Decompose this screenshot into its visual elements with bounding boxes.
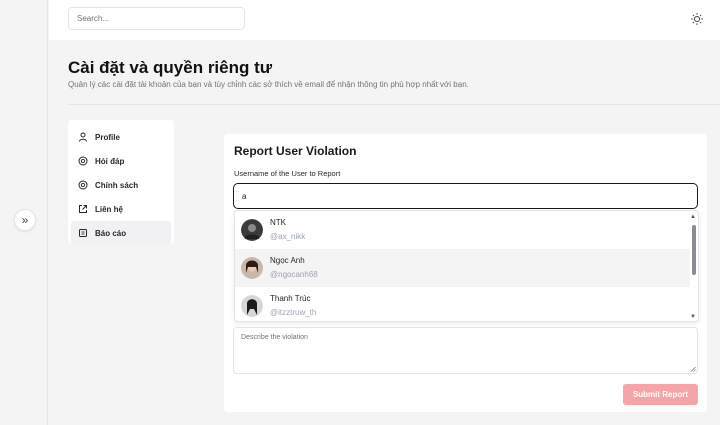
help-icon [77, 155, 89, 167]
report-card: Report User Violation Username of the Us… [224, 134, 707, 412]
double-chevron-right-icon: » [21, 213, 29, 227]
nav-item-label: Chính sách [95, 180, 139, 190]
divider [68, 104, 720, 105]
suggestion-name: Ngọc Anh [270, 256, 305, 265]
page-title: Cài đặt và quyền riêng tư [68, 58, 273, 77]
contact-icon [77, 203, 89, 215]
scroll-up-arrow-icon[interactable]: ▲ [690, 214, 696, 220]
avatar [241, 257, 263, 279]
username-label: Username of the User to Report [234, 169, 341, 178]
nav-item-label: Profile [95, 132, 120, 142]
suggestions-scrollbar[interactable]: ▲ ▼ [689, 211, 698, 321]
nav-item-contact[interactable]: Liên hệ [71, 197, 171, 221]
scroll-down-arrow-icon[interactable]: ▼ [690, 314, 696, 320]
nav-item-label: Hỏi đáp [95, 156, 125, 166]
page-subtitle: Quản lý các cài đặt tài khoản của bạn và… [68, 80, 469, 89]
main-content: Cài đặt và quyền riêng tư Quản lý các cà… [49, 40, 720, 425]
top-bar [49, 0, 720, 40]
avatar [241, 219, 263, 241]
report-title: Report User Violation [234, 144, 357, 158]
nav-item-label: Báo cáo [95, 228, 127, 238]
policy-icon [77, 179, 89, 191]
sun-icon[interactable] [690, 12, 704, 26]
suggestion-item[interactable]: Thanh Trúc @itzztruw_th [235, 287, 690, 321]
suggestion-name: Thanh Trúc [270, 294, 311, 303]
settings-nav: Profile Hỏi đáp Chính sách Liên hệ Báo c… [68, 120, 174, 245]
user-icon [77, 131, 89, 143]
nav-item-policy[interactable]: Chính sách [71, 173, 171, 197]
avatar [241, 295, 263, 317]
nav-item-profile[interactable]: Profile [71, 125, 171, 149]
nav-item-label: Liên hệ [95, 204, 124, 214]
suggestion-item[interactable]: Ngọc Anh @ngocanh68 [235, 249, 690, 287]
violation-description-field[interactable] [233, 327, 698, 374]
suggestion-item[interactable]: NTK @ax_nikk [235, 211, 690, 249]
username-input[interactable] [233, 183, 698, 209]
suggestion-handle: @ax_nikk [270, 232, 306, 241]
nav-item-faq[interactable]: Hỏi đáp [71, 149, 171, 173]
expand-sidebar-button[interactable]: » [14, 209, 36, 231]
username-suggestions: NTK @ax_nikk Ngọc Anh @ngocanh68 Thanh T… [234, 210, 699, 322]
collapsed-sidebar-rail: » [0, 0, 48, 425]
suggestion-handle: @ngocanh68 [270, 270, 318, 279]
scrollbar-thumb[interactable] [692, 225, 696, 275]
submit-report-button[interactable]: Submit Report [623, 384, 698, 405]
suggestion-handle: @itzztruw_th [270, 308, 317, 317]
search-input[interactable] [68, 7, 245, 30]
suggestion-name: NTK [270, 218, 286, 227]
resize-grip-icon[interactable] [690, 366, 696, 372]
report-icon [77, 227, 89, 239]
nav-item-report[interactable]: Báo cáo [71, 221, 171, 245]
